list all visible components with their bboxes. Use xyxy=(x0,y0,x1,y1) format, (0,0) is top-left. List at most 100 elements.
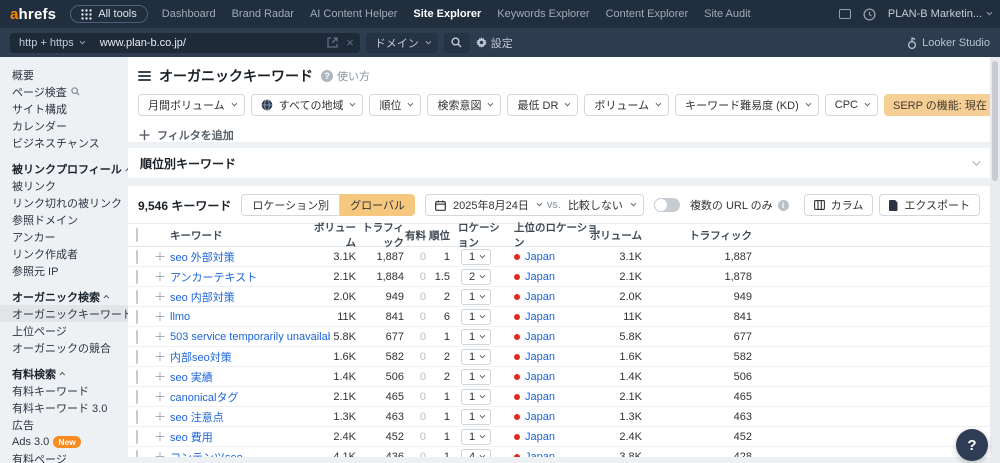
col-keyword[interactable]: キーワード xyxy=(170,228,330,243)
window-icon[interactable] xyxy=(839,9,851,19)
filter-pill[interactable]: 最低 DR xyxy=(507,94,578,116)
sidebar-section-header[interactable]: オーガニック検索 xyxy=(12,288,128,305)
location-select[interactable]: 1 xyxy=(461,309,491,325)
location-select[interactable]: 2 xyxy=(461,269,491,285)
expand-row-icon[interactable]: ＋ xyxy=(154,270,166,284)
top-location-link[interactable]: Japan xyxy=(525,311,555,323)
location-select[interactable]: 1 xyxy=(461,429,491,445)
sidebar-section-header[interactable]: 被リンクプロフィール xyxy=(12,160,128,177)
expand-row-icon[interactable]: ＋ xyxy=(154,450,166,457)
sidebar-item[interactable]: 被リンク xyxy=(12,177,128,194)
nav-item-site-explorer[interactable]: Site Explorer xyxy=(413,8,481,20)
row-checkbox[interactable] xyxy=(136,330,138,344)
top-location-link[interactable]: Japan xyxy=(525,331,555,343)
expand-row-icon[interactable]: ＋ xyxy=(154,430,166,444)
settings-button[interactable]: 設定 xyxy=(476,35,513,51)
columns-button[interactable]: カラム xyxy=(804,194,874,216)
top-location-link[interactable]: Japan xyxy=(525,451,555,458)
collapse-sidebar-icon[interactable] xyxy=(138,71,151,81)
sidebar-item[interactable]: 有料キーワード xyxy=(12,382,128,399)
external-link-icon[interactable] xyxy=(327,37,338,48)
top-location-link[interactable]: Japan xyxy=(525,291,555,303)
history-icon[interactable] xyxy=(863,8,876,21)
top-location-link[interactable]: Japan xyxy=(525,391,555,403)
sidebar-item[interactable]: Ads 3.0New xyxy=(12,433,128,450)
clear-url-icon[interactable]: × xyxy=(346,35,354,50)
top-location-link[interactable]: Japan xyxy=(525,371,555,383)
keyword-link[interactable]: llmo xyxy=(170,311,190,323)
keyword-link[interactable]: seo 内部対策 xyxy=(170,292,235,304)
sidebar-item[interactable]: 概要 xyxy=(12,66,128,83)
account-menu[interactable]: PLAN-B Marketin... xyxy=(888,8,990,20)
protocol-select[interactable]: http + https xyxy=(10,33,92,53)
filter-pill[interactable]: すべての地域 xyxy=(251,94,364,116)
by-location-segment[interactable]: ロケーション別 xyxy=(241,194,340,216)
sidebar-item[interactable]: ビジネスチャンス xyxy=(12,134,128,151)
looker-studio-link[interactable]: Looker Studio xyxy=(907,37,990,49)
location-select[interactable]: 1 xyxy=(461,409,491,425)
sidebar-item[interactable]: 有料ページ xyxy=(12,450,128,463)
filter-pill[interactable]: CPC xyxy=(825,94,878,116)
location-select[interactable]: 1 xyxy=(461,329,491,345)
filter-pill[interactable]: キーワード難易度 (KD) xyxy=(675,94,819,116)
all-tools-button[interactable]: All tools xyxy=(70,5,148,23)
expand-row-icon[interactable]: ＋ xyxy=(154,350,166,364)
location-select[interactable]: 1 xyxy=(461,389,491,405)
expand-row-icon[interactable]: ＋ xyxy=(154,310,166,324)
keyword-link[interactable]: seo 実績 xyxy=(170,372,213,384)
ahrefs-logo[interactable]: ahrefs xyxy=(10,6,56,23)
filter-pill[interactable]: 順位 xyxy=(369,94,421,116)
expand-row-icon[interactable]: ＋ xyxy=(154,290,166,304)
row-checkbox[interactable] xyxy=(136,370,138,384)
select-all-checkbox[interactable] xyxy=(136,228,138,242)
keyword-link[interactable]: アンカーテキスト xyxy=(170,272,257,284)
col-volume-2[interactable]: ボリューム xyxy=(586,228,642,243)
top-location-link[interactable]: Japan xyxy=(525,271,555,283)
col-traffic-2[interactable]: トラフィック xyxy=(642,228,752,243)
nav-item-dashboard[interactable]: Dashboard xyxy=(162,8,216,20)
sidebar-item[interactable]: オーガニックキーワード xyxy=(0,305,128,322)
mode-select[interactable]: ドメイン xyxy=(366,33,438,53)
page-scrollbar[interactable] xyxy=(990,57,1000,463)
top-location-link[interactable]: Japan xyxy=(525,351,555,363)
positions-panel[interactable]: 順位別キーワード xyxy=(128,148,990,178)
location-select[interactable]: 1 xyxy=(461,289,491,305)
sidebar-item[interactable]: カレンダー xyxy=(12,117,128,134)
keyword-link[interactable]: seo 費用 xyxy=(170,432,213,444)
row-checkbox[interactable] xyxy=(136,410,138,424)
location-select[interactable]: 4 xyxy=(461,449,491,458)
scrollbar-thumb[interactable] xyxy=(992,61,998,181)
nav-item-keywords-explorer[interactable]: Keywords Explorer xyxy=(497,8,589,20)
row-checkbox[interactable] xyxy=(136,270,138,284)
keyword-link[interactable]: canonicalタグ xyxy=(170,392,238,404)
multiple-urls-toggle[interactable] xyxy=(654,198,680,212)
top-location-link[interactable]: Japan xyxy=(525,251,555,263)
help-fab-button[interactable]: ? xyxy=(956,429,988,461)
row-checkbox[interactable] xyxy=(136,250,138,264)
add-filter-button[interactable]: ＋ フィルタを追加 xyxy=(138,125,980,144)
row-checkbox[interactable] xyxy=(136,430,138,444)
sidebar-item[interactable]: 広告 xyxy=(12,416,128,433)
sidebar-item[interactable]: 参照元 IP xyxy=(12,262,128,279)
nav-item-content-explorer[interactable]: Content Explorer xyxy=(606,8,689,20)
sidebar-item[interactable]: リンク作成者 xyxy=(12,245,128,262)
col-volume[interactable]: ボリューム xyxy=(310,220,356,250)
expand-row-icon[interactable]: ＋ xyxy=(154,330,166,344)
location-select[interactable]: 1 xyxy=(461,369,491,385)
keyword-link[interactable]: コンテンツseo xyxy=(170,452,243,458)
row-checkbox[interactable] xyxy=(136,310,138,324)
sidebar-item[interactable]: 上位ページ xyxy=(12,322,128,339)
sidebar-item[interactable]: 参照ドメイン xyxy=(12,211,128,228)
filter-pill[interactable]: 月間ボリューム xyxy=(138,94,245,116)
sidebar-item[interactable]: リンク切れの被リンク xyxy=(12,194,128,211)
row-checkbox[interactable] xyxy=(136,290,138,304)
sidebar-item[interactable]: サイト構成 xyxy=(12,100,128,117)
expand-row-icon[interactable]: ＋ xyxy=(154,250,166,264)
location-select[interactable]: 1 xyxy=(461,249,491,265)
sidebar-item[interactable]: ページ検査 xyxy=(12,83,128,100)
top-location-link[interactable]: Japan xyxy=(525,431,555,443)
row-checkbox[interactable] xyxy=(136,390,138,404)
keyword-link[interactable]: seo 注意点 xyxy=(170,412,224,424)
expand-row-icon[interactable]: ＋ xyxy=(154,370,166,384)
sidebar-item[interactable]: アンカー xyxy=(12,228,128,245)
